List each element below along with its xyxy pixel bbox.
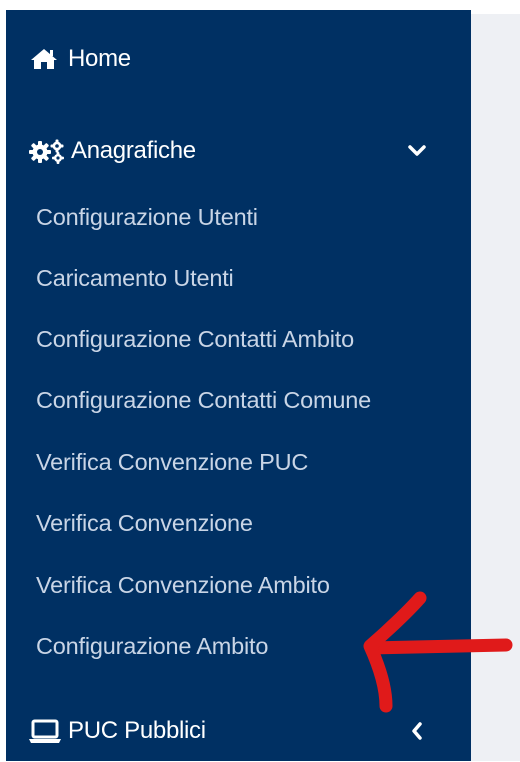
sidebar-subitem-verifica-convenzione-puc[interactable]: Verifica Convenzione PUC [36,442,308,482]
sidebar-item-label: Home [68,45,131,72]
sidebar-item-puc-pubblici[interactable]: PUC Pubblici [6,700,471,762]
sidebar-subitem-verifica-convenzione[interactable]: Verifica Convenzione [36,503,253,543]
sidebar-subitem-verifica-convenzione-ambito[interactable]: Verifica Convenzione Ambito [36,565,330,605]
sidebar-nav: Home Anagrafiche Configurazione Utenti C… [6,10,471,761]
top-border [0,0,520,10]
sidebar-item-label: Anagrafiche [71,137,196,164]
sidebar-item-label: PUC Pubblici [68,717,206,744]
chevron-left-icon[interactable] [407,721,427,741]
cogs-icon [28,138,68,164]
laptop-icon [28,718,62,744]
home-icon [30,47,58,71]
sidebar-subitem-configurazione-ambito[interactable]: Configurazione Ambito [36,626,268,666]
sidebar-subitem-configurazione-contatti-comune[interactable]: Configurazione Contatti Comune [36,380,371,420]
chevron-down-icon[interactable] [407,141,427,161]
screenshot-frame: Home Anagrafiche Configurazione Utenti C… [0,0,520,761]
sidebar-subitem-configurazione-contatti-ambito[interactable]: Configurazione Contatti Ambito [36,319,354,359]
main-content-area [471,14,520,761]
sidebar-subitem-caricamento-utenti[interactable]: Caricamento Utenti [36,258,234,298]
sidebar-item-anagrafiche[interactable]: Anagrafiche [6,120,471,182]
sidebar-item-home[interactable]: Home [6,28,471,90]
sidebar-subitem-configurazione-utenti[interactable]: Configurazione Utenti [36,197,258,237]
